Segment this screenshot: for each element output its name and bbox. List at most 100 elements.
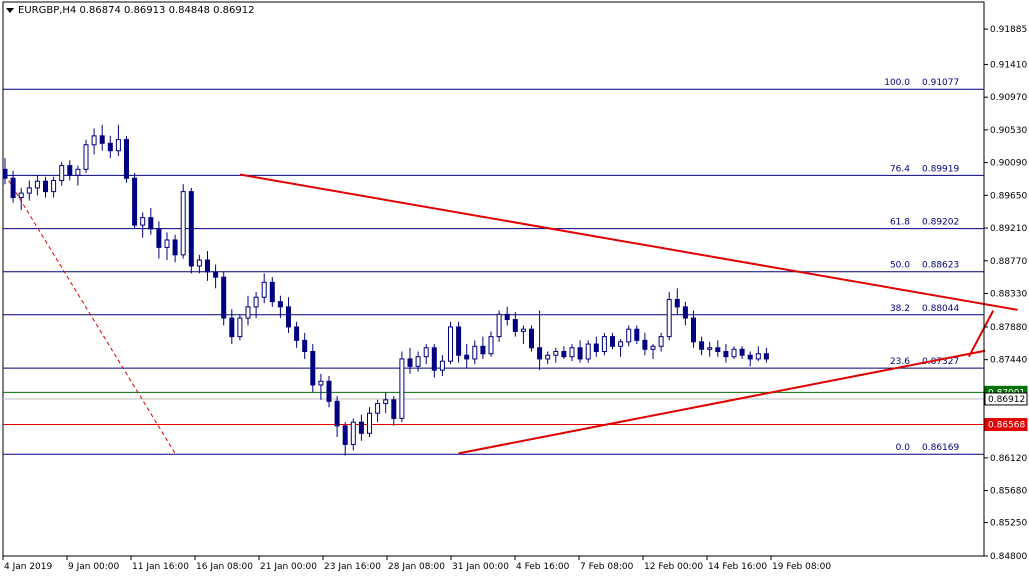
candle-body [51,179,57,193]
candle-body [439,360,445,371]
trend-line[interactable] [4,174,176,454]
fib-price-label: 0.89202 [922,218,959,228]
candle-body [342,425,348,445]
candle-body [75,168,81,176]
candle-body [221,276,227,319]
candle-body [472,345,478,360]
chart: EURGBP,H4 0.86874 0.86913 0.84848 0.8691… [0,0,1029,577]
candle-body [99,135,105,144]
candle-body [674,298,680,308]
candle-body [747,354,753,360]
candle-body [699,341,705,350]
candle-body [124,139,129,179]
time-tick-label: 23 Jan 16:00 [324,562,381,572]
candle-body [326,380,332,402]
candle-body [350,421,356,445]
fib-price-label: 0.89919 [922,164,959,174]
candle-body [731,348,737,358]
time-tick-label: 12 Feb 00:00 [644,562,703,572]
fib-ratio-label: 38.2 [890,304,910,314]
time-tick-label: 31 Jan 00:00 [452,562,509,572]
candle-body [431,347,437,371]
candle-body [269,281,275,303]
candle-body [642,339,648,350]
candle-body [577,347,583,360]
candle-body [213,271,219,278]
time-tick-label: 9 Jan 00:00 [68,562,120,572]
time-tick-label: 16 Jan 08:00 [196,562,253,572]
candle-body [67,165,73,176]
candle-body [407,358,413,367]
price-tick-label: 0.89650 [990,191,1027,201]
dropdown-triangle-icon[interactable] [6,7,14,13]
price-tick-label: 0.84800 [990,552,1027,562]
candle-body [561,351,567,358]
candle-body [723,351,729,358]
price-tick-label: 0.89210 [990,224,1027,234]
candle-body [334,400,340,427]
candle-body [658,336,664,347]
candle-body [229,317,235,338]
candle-body [172,239,178,256]
candle-body [132,177,138,226]
candle-body [277,301,283,308]
candle-body [626,328,632,343]
candle-body [610,336,615,347]
trend-line[interactable] [239,173,1018,311]
price-tick-label: 0.87880 [990,323,1027,333]
candle-body [399,358,405,419]
candle-body [188,191,194,267]
time-tick-label: 19 Feb 08:00 [772,562,831,572]
candle-body [650,345,656,350]
price-tick-label: 0.85250 [990,519,1027,529]
trend-line[interactable] [968,310,995,358]
candle-body [755,353,761,360]
candle-body [367,412,372,434]
price-chart-svg[interactable]: 100.0 0.91077 76.4 0.89919 61.8 0.89202 50.0 0.… [0,0,1029,577]
candle-body [682,306,688,319]
time-tick-label: 21 Jan 00:00 [260,562,317,572]
candle-body [520,328,526,332]
candle-body [140,217,146,226]
candle-body [448,326,453,362]
candle-body [83,144,89,170]
open-value: 0.86874 [79,5,121,16]
candle-body [196,259,202,267]
candle-body [237,317,243,338]
fib-ratio-label: 0.0 [896,443,911,453]
price-tick-label: 0.88770 [990,257,1027,267]
time-tick-label: 14 Feb 16:00 [708,562,767,572]
candle-body [10,177,16,199]
candle-body [715,347,721,353]
candle-body [739,348,745,356]
candle-body [148,217,154,230]
candle-body [569,347,575,358]
candle-body [34,180,40,189]
candle-body [553,351,559,356]
candle-body [504,313,510,321]
fib-ratio-label: 100.0 [884,78,910,88]
candle-body [286,306,291,328]
candle-body [18,192,24,199]
candle-body [107,142,113,152]
price-tick-label: 0.90530 [990,126,1027,136]
candle-body [763,353,769,360]
candle-body [358,421,364,434]
fib-price-label: 0.91077 [922,78,959,88]
fib-ratio-label: 50.0 [890,261,910,271]
fib-price-label: 0.88623 [922,261,959,271]
fib-ratio-label: 61.8 [890,218,910,228]
candle-body [383,399,389,405]
candle-body [391,399,397,419]
candle-body [593,343,599,353]
price-tick-label: 0.91410 [990,60,1027,70]
candle-body [415,356,421,367]
candle-body [618,341,624,347]
fib-ratio-label: 76.4 [890,164,910,174]
price-tag-label: 0.86912 [988,395,1025,405]
candle-body [245,306,251,319]
candle-body [634,328,640,341]
price-tick-label: 0.88330 [990,290,1027,300]
symbol-label: EURGBP,H4 [18,5,77,16]
trend-line[interactable] [458,349,986,455]
